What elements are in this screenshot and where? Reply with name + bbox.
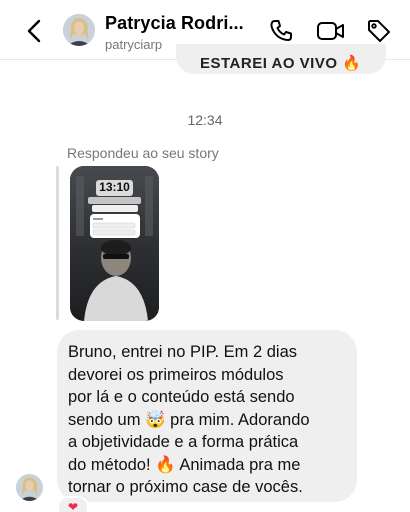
contact-avatar[interactable] [63,14,95,46]
message-line: sendo um 🤯 pra mim. Adorando [68,410,310,429]
contact-name[interactable]: Patrycia Rodri... [105,13,244,34]
story-clock-text: 13:10 [99,180,130,194]
video-camera-icon[interactable] [316,18,346,44]
contact-username[interactable]: patryciarp [105,37,162,52]
tag-icon[interactable] [366,18,392,44]
story-thumbnail[interactable]: 13:10 [70,166,159,321]
sender-avatar[interactable] [16,474,43,501]
phone-icon[interactable] [268,18,294,44]
reply-indicator-bar [56,166,59,320]
heart-reaction[interactable]: ❤ [57,496,89,512]
previous-message-text: ESTAREI AO VIVO 🔥 [200,55,362,72]
story-reply-label: Respondeu ao seu story [67,145,219,161]
back-chevron-icon[interactable] [24,18,46,44]
message-line: Bruno, entrei no PIP. Em 2 dias [68,343,297,361]
heart-icon: ❤ [67,500,79,512]
message-line: a objetividade e a forma prática [68,433,299,451]
message-line: devorei os primeiros módulos [68,365,284,384]
message-line: tornar o próximo case de vocês. [68,478,303,496]
message-timestamp: 12:34 [187,112,223,128]
message-text: Bruno, entrei no PIP. Em 2 dias devorei … [68,341,354,499]
message-line: por lá e o conteúdo está sendo [68,388,295,406]
message-line: do método! 🔥 Animada pra me [68,455,301,474]
